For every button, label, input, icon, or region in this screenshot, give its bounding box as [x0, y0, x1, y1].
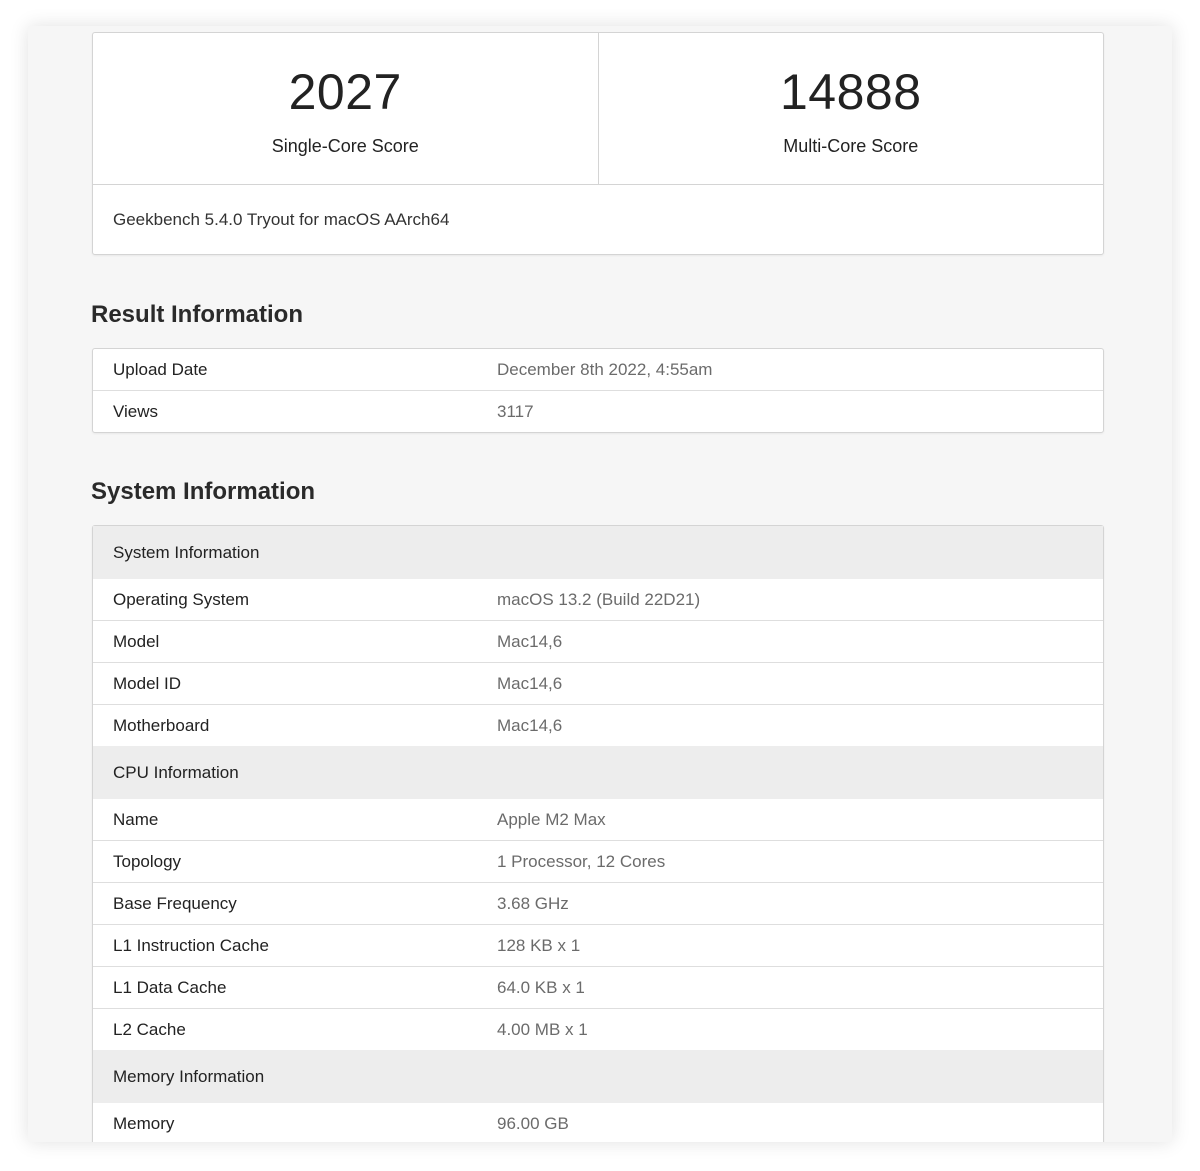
- multi-core-score-value: 14888: [779, 64, 922, 120]
- table-row: Motherboard Mac14,6: [93, 704, 1103, 746]
- row-value: 3.68 GHz: [497, 893, 569, 913]
- row-value: Mac14,6: [497, 715, 563, 735]
- score-card: 2027 Single-Core Score 14888 Multi-Core …: [92, 32, 1104, 255]
- result-information-table: Upload Date December 8th 2022, 4:55am Vi…: [92, 348, 1104, 433]
- score-row: 2027 Single-Core Score 14888 Multi-Core …: [93, 33, 1103, 185]
- row-key: Views: [113, 401, 159, 421]
- group-header-cpu: CPU Information: [93, 746, 1103, 799]
- system-information-table: System Information Operating System macO…: [92, 525, 1104, 1142]
- row-value: 96.00 GB: [497, 1113, 569, 1133]
- row-key: L1 Instruction Cache: [113, 935, 269, 955]
- table-row: Topology 1 Processor, 12 Cores: [93, 840, 1103, 882]
- table-row: L2 Cache 4.00 MB x 1: [93, 1008, 1103, 1050]
- single-core-score-cell: 2027 Single-Core Score: [93, 33, 598, 184]
- multi-core-score-label: Multi-Core Score: [783, 136, 919, 156]
- table-row: Model Mac14,6: [93, 620, 1103, 662]
- row-value: 64.0 KB x 1: [497, 977, 585, 997]
- row-value: Apple M2 Max: [497, 809, 606, 829]
- multi-core-score-cell: 14888 Multi-Core Score: [597, 33, 1104, 184]
- row-key: L2 Cache: [113, 1019, 186, 1039]
- row-value: 3117: [497, 401, 534, 421]
- row-key: Operating System: [113, 589, 250, 609]
- table-row: Upload Date December 8th 2022, 4:55am: [93, 349, 1103, 390]
- result-information-title: Result Information: [91, 301, 304, 328]
- row-key: Motherboard: [113, 715, 210, 735]
- row-value: macOS 13.2 (Build 22D21): [497, 589, 701, 609]
- table-row: L1 Data Cache 64.0 KB x 1: [93, 966, 1103, 1008]
- row-key: Model: [113, 631, 160, 651]
- page-frame: 2027 Single-Core Score 14888 Multi-Core …: [28, 26, 1172, 1142]
- group-header-memory: Memory Information: [93, 1050, 1103, 1103]
- row-key: Memory: [113, 1113, 175, 1133]
- table-row: Operating System macOS 13.2 (Build 22D21…: [93, 579, 1103, 620]
- table-row: Views 3117: [93, 390, 1103, 432]
- single-core-score-value: 2027: [288, 64, 402, 120]
- row-value: 128 KB x 1: [497, 935, 581, 955]
- row-key: L1 Data Cache: [113, 977, 227, 997]
- row-key: Topology: [113, 851, 182, 871]
- table-row: L1 Instruction Cache 128 KB x 1: [93, 924, 1103, 966]
- row-value: Mac14,6: [497, 673, 563, 693]
- row-key: Name: [113, 809, 159, 829]
- system-information-title: System Information: [91, 478, 316, 505]
- row-key: Model ID: [113, 673, 182, 693]
- table-row: Model ID Mac14,6: [93, 662, 1103, 704]
- row-value: 1 Processor, 12 Cores: [497, 851, 666, 871]
- row-value: December 8th 2022, 4:55am: [497, 359, 713, 379]
- table-row: Name Apple M2 Max: [93, 799, 1103, 840]
- row-key: Upload Date: [113, 359, 208, 379]
- row-value: Mac14,6: [497, 631, 563, 651]
- table-row: Memory 96.00 GB: [93, 1103, 1103, 1142]
- row-key: Base Frequency: [113, 893, 237, 913]
- group-header-system: System Information: [93, 526, 1103, 579]
- benchmark-version: Geekbench 5.4.0 Tryout for macOS AArch64: [113, 210, 450, 229]
- row-value: 4.00 MB x 1: [497, 1019, 588, 1039]
- table-row: Base Frequency 3.68 GHz: [93, 882, 1103, 924]
- single-core-score-label: Single-Core Score: [271, 136, 419, 156]
